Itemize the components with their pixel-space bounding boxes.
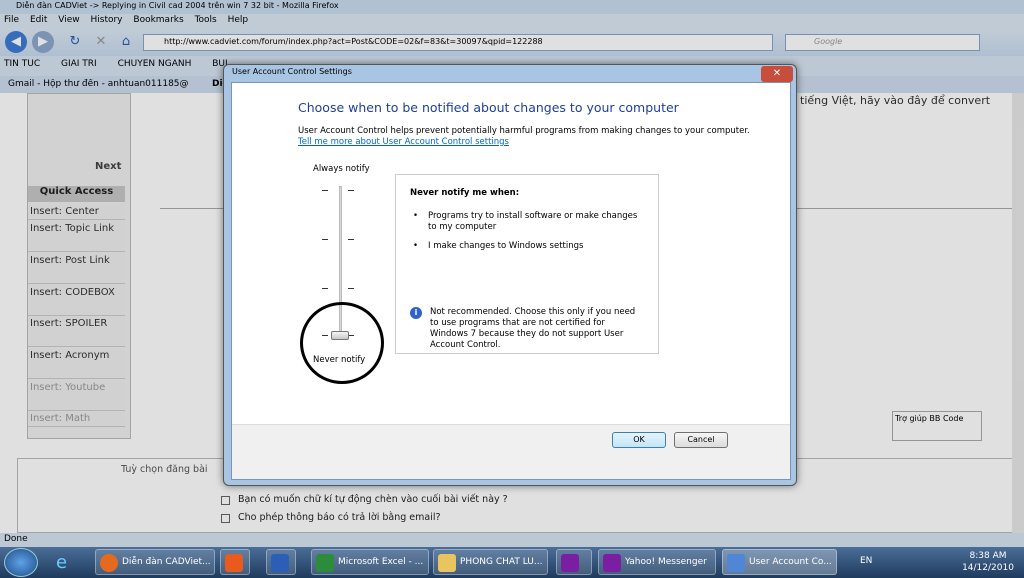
cancel-button[interactable]: Cancel: [674, 432, 728, 448]
bullet-icon: •: [413, 211, 419, 221]
clock-time: 8:38 AM: [969, 551, 1007, 561]
task-excel[interactable]: Microsoft Excel - ...: [311, 549, 429, 575]
clock-date: 14/12/2010: [962, 563, 1014, 573]
firefox-icon: [100, 554, 118, 572]
shield-icon: [727, 554, 745, 572]
task-uac[interactable]: User Account Co...: [722, 549, 837, 575]
info-bullet-1: Programs try to install software or make…: [428, 211, 638, 232]
slider-tick: [348, 288, 354, 289]
slider-tick: [322, 288, 328, 289]
annotation-circle: [300, 302, 384, 384]
bullet-icon: •: [413, 241, 419, 251]
language-indicator[interactable]: EN: [860, 556, 872, 566]
info-icon: i: [410, 307, 422, 319]
uac-info-link[interactable]: Tell me more about User Account Control …: [298, 137, 509, 147]
never-notify-label: Never notify: [313, 355, 366, 365]
always-notify-label: Always notify: [313, 164, 370, 174]
yahoo-icon: [561, 554, 579, 572]
dialog-description: User Account Control helps prevent poten…: [298, 126, 750, 136]
slider-tick: [322, 239, 328, 240]
ie-icon[interactable]: e: [56, 552, 78, 574]
info-title: Never notify me when:: [410, 188, 520, 198]
media-icon: [225, 554, 243, 572]
excel-icon: [316, 554, 334, 572]
slider-tick: [348, 239, 354, 240]
warning-text: Not recommended. Choose this only if you…: [430, 307, 636, 350]
task-word[interactable]: [266, 549, 296, 575]
close-icon[interactable]: ✕: [761, 66, 793, 82]
task-firefox[interactable]: Diễn đàn CADViet...: [95, 549, 215, 575]
clock[interactable]: 8:38 AM 14/12/2010: [958, 550, 1018, 574]
info-bullet-2: I make changes to Windows settings: [428, 241, 584, 251]
folder-icon: [438, 554, 456, 572]
word-icon: [271, 554, 289, 572]
slider-tick: [322, 190, 328, 191]
dialog-title: User Account Control Settings: [232, 67, 352, 76]
slider-tick: [348, 190, 354, 191]
yahoo-icon: [603, 554, 621, 572]
task-yahoo-messenger[interactable]: Yahoo! Messenger: [598, 549, 716, 575]
start-button[interactable]: [4, 548, 38, 577]
dialog-heading: Choose when to be notified about changes…: [298, 100, 679, 115]
task-folder[interactable]: PHONG CHAT LU...: [433, 549, 548, 575]
task-yahoo-1[interactable]: [556, 549, 592, 575]
ok-button[interactable]: OK: [612, 432, 666, 448]
task-media[interactable]: [220, 549, 250, 575]
